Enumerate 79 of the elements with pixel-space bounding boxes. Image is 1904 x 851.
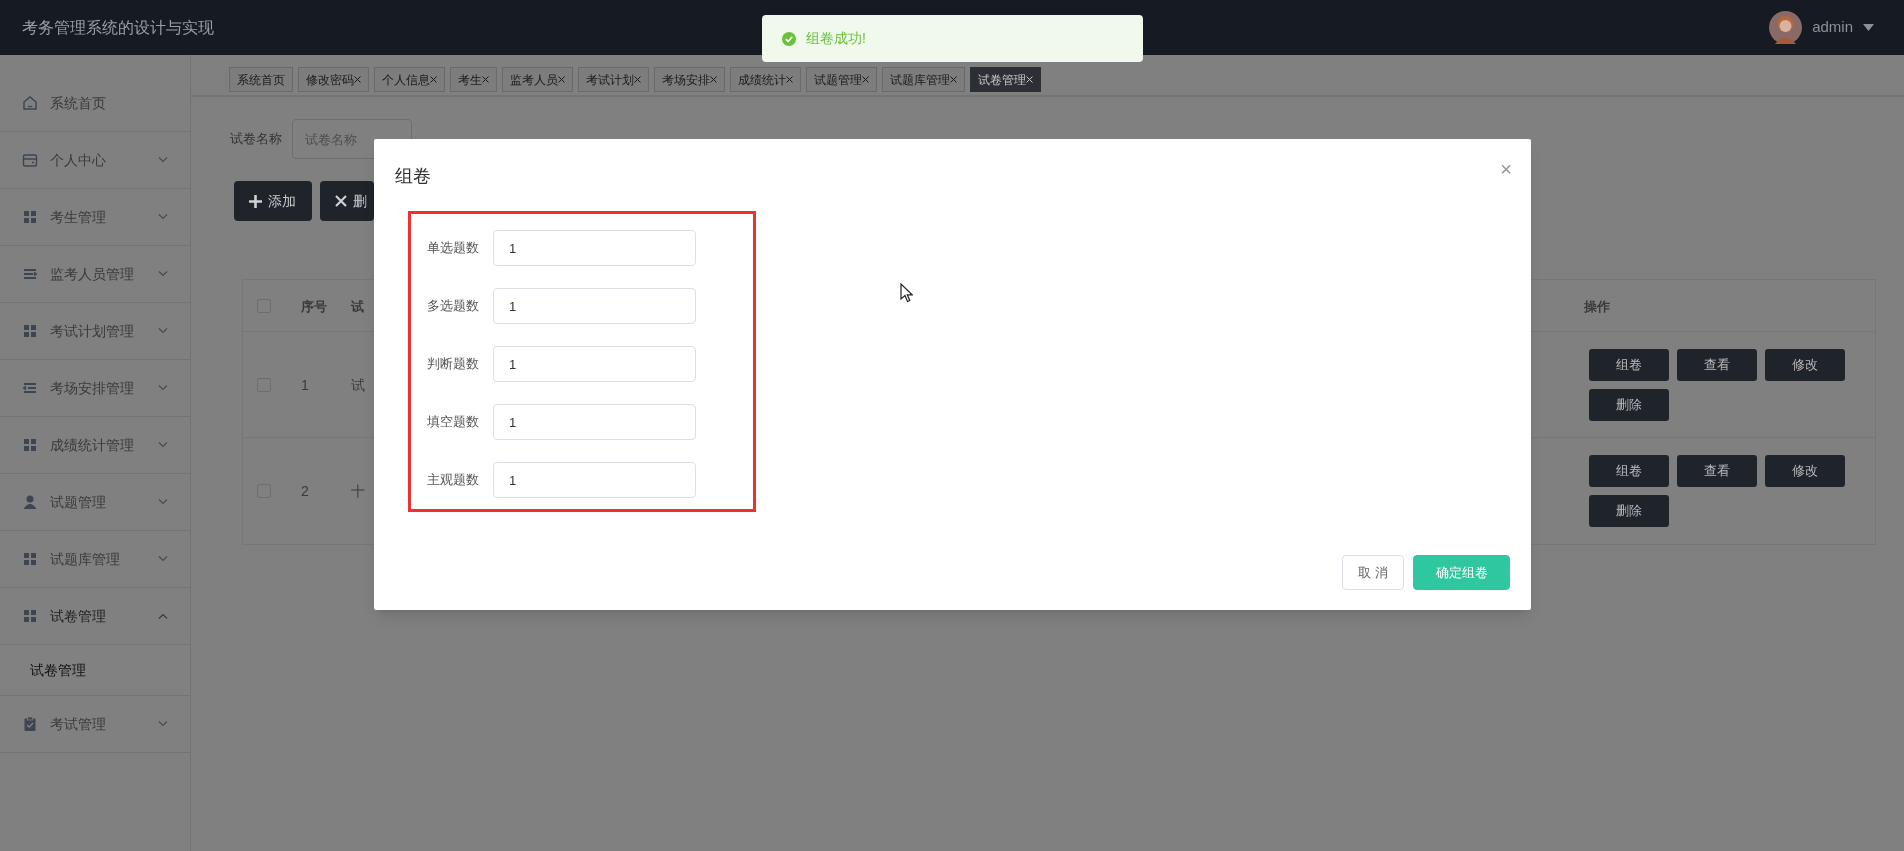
tab[interactable]: 个人信息 bbox=[374, 67, 445, 92]
sidebar-item[interactable]: 个人中心 bbox=[0, 132, 190, 189]
person-icon bbox=[21, 493, 39, 511]
sidebar-item[interactable]: 考生管理 bbox=[0, 189, 190, 246]
field-label: 填空题数 bbox=[427, 413, 479, 432]
field-label: 单选题数 bbox=[427, 239, 479, 258]
tab[interactable]: 监考人员 bbox=[502, 67, 573, 92]
tab[interactable]: 试卷管理 bbox=[970, 67, 1041, 92]
wallet-icon bbox=[21, 151, 39, 169]
close-icon[interactable] bbox=[354, 76, 361, 83]
sidebar-item[interactable]: 试题管理 bbox=[0, 474, 190, 531]
table-cell: 试 bbox=[351, 376, 365, 393]
tab[interactable]: 考试计划 bbox=[578, 67, 649, 92]
grid-icon bbox=[21, 607, 39, 625]
sidebar-item[interactable]: 系统首页 bbox=[0, 75, 190, 132]
plus-icon bbox=[249, 194, 262, 208]
cursor-icon bbox=[900, 283, 913, 303]
sidebar-item[interactable]: 考试计划管理 bbox=[0, 303, 190, 360]
grid-icon bbox=[21, 436, 39, 454]
username[interactable]: admin bbox=[1812, 16, 1853, 39]
close-icon bbox=[335, 195, 347, 207]
tab[interactable]: 修改密码 bbox=[298, 67, 369, 92]
grid-icon bbox=[21, 322, 39, 340]
field-label: 判断题数 bbox=[427, 355, 479, 374]
close-icon[interactable] bbox=[786, 76, 793, 83]
tab[interactable]: 考生 bbox=[450, 67, 497, 92]
action-button[interactable]: 删除 bbox=[1589, 388, 1669, 421]
action-button[interactable]: 删除 bbox=[1589, 495, 1669, 527]
confirm-button[interactable]: 确定组卷 bbox=[1413, 555, 1510, 590]
close-icon[interactable] bbox=[862, 76, 869, 83]
add-button[interactable]: 添加 bbox=[234, 181, 312, 221]
dialog-title: 组卷 bbox=[395, 165, 431, 188]
filter-label: 试卷名称 bbox=[230, 130, 282, 149]
close-icon[interactable] bbox=[950, 76, 957, 83]
caret-icon[interactable] bbox=[1863, 24, 1874, 31]
tab[interactable]: 试题管理 bbox=[806, 67, 877, 92]
action-button[interactable]: 修改 bbox=[1765, 455, 1845, 487]
field-label: 多选题数 bbox=[427, 297, 479, 316]
close-icon[interactable] bbox=[482, 76, 489, 83]
action-button[interactable]: 组卷 bbox=[1589, 455, 1669, 487]
home-icon bbox=[21, 94, 39, 112]
number-field[interactable]: 1 bbox=[493, 230, 696, 266]
delete-button[interactable]: 删 bbox=[320, 181, 374, 221]
avatar-icon[interactable] bbox=[1769, 11, 1803, 44]
tab[interactable]: 系统首页 bbox=[229, 67, 293, 92]
column-header: 序号 bbox=[301, 298, 327, 314]
number-field[interactable]: 1 bbox=[493, 462, 696, 498]
table-cell: 2 bbox=[301, 483, 309, 499]
sidebar-item[interactable]: 成绩统计管理 bbox=[0, 417, 190, 474]
tab[interactable]: 考场安排 bbox=[654, 67, 725, 92]
action-button[interactable]: 修改 bbox=[1765, 348, 1845, 381]
number-field[interactable]: 1 bbox=[493, 288, 696, 324]
table-cell: 1 bbox=[301, 376, 309, 393]
sidebar-item[interactable]: 考场安排管理 bbox=[0, 360, 190, 417]
close-icon[interactable] bbox=[634, 76, 641, 83]
grid-icon bbox=[21, 550, 39, 568]
toast-message: 组卷成功! bbox=[806, 29, 866, 48]
close-icon[interactable] bbox=[430, 76, 437, 83]
cancel-button[interactable]: 取 消 bbox=[1342, 555, 1404, 590]
column-header: 操作 bbox=[1584, 298, 1610, 314]
action-button[interactable]: 查看 bbox=[1677, 455, 1757, 487]
close-icon[interactable] bbox=[558, 76, 565, 83]
sidebar-item[interactable]: 考试管理 bbox=[0, 696, 190, 753]
close-icon[interactable] bbox=[710, 76, 717, 83]
close-button[interactable]: × bbox=[1500, 159, 1512, 179]
grid-icon bbox=[21, 208, 39, 226]
sidebar-item[interactable]: 试题库管理 bbox=[0, 531, 190, 588]
field-label: 主观题数 bbox=[427, 471, 479, 490]
number-field[interactable]: 1 bbox=[493, 404, 696, 440]
table-cell: 十 bbox=[351, 483, 365, 499]
tab[interactable]: 成绩统计 bbox=[730, 67, 801, 92]
column-header: 试 bbox=[351, 298, 364, 314]
sidebar-item[interactable]: 监考人员管理 bbox=[0, 246, 190, 303]
check-icon bbox=[782, 31, 796, 46]
number-field[interactable]: 1 bbox=[493, 346, 696, 382]
tab[interactable]: 试题库管理 bbox=[882, 67, 965, 92]
app-title: 考务管理系统的设计与实现 bbox=[22, 17, 214, 38]
action-button[interactable]: 组卷 bbox=[1589, 348, 1669, 381]
action-button[interactable]: 查看 bbox=[1677, 348, 1757, 381]
